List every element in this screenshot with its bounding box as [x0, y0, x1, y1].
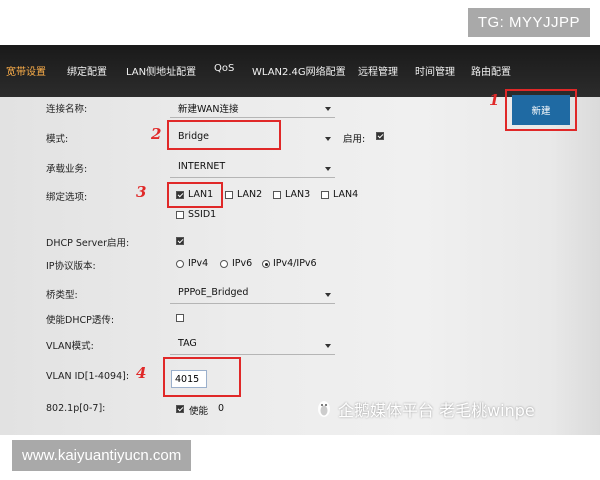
ipv6-radio[interactable]	[220, 260, 228, 268]
nav-item-lan[interactable]: LAN侧地址配置	[126, 63, 196, 78]
ip-version-label: IP协议版本:	[46, 261, 96, 272]
watermark-top: TG: MYYJJPP	[467, 8, 590, 37]
ssid1-checkbox[interactable]	[176, 211, 184, 219]
watermark-bottom: www.kaiyuantiyucn.com	[12, 440, 192, 471]
dhcp-server-label: DHCP Server启用:	[46, 238, 130, 249]
vlan-mode-underline	[170, 354, 335, 355]
mode-label: 模式:	[46, 134, 69, 145]
annotation-box-1	[505, 89, 577, 131]
lan3-label: LAN3	[285, 189, 311, 200]
photo-shading	[550, 97, 600, 435]
service-label: 承载业务:	[46, 164, 88, 175]
overlay-watermark: 企鹅媒体平台 老毛桃winpe	[338, 401, 535, 420]
ipv4-ipv6-label: IPv4/IPv6	[273, 258, 317, 269]
ipv4-ipv6-radio[interactable]	[262, 260, 270, 268]
chevron-down-icon[interactable]	[325, 167, 331, 171]
penguin-icon	[318, 401, 330, 417]
priority-value[interactable]: 0	[218, 403, 224, 414]
lan4-checkbox[interactable]	[321, 191, 329, 199]
nav-item-wlan[interactable]: WLAN2.4G网络配置	[252, 63, 346, 78]
bridge-type-select[interactable]: PPPoE_Bridged	[178, 287, 248, 298]
nav-item-time[interactable]: 时间管理	[415, 63, 455, 78]
chevron-down-icon[interactable]	[325, 107, 331, 111]
connection-name-underline	[170, 117, 335, 118]
bridge-type-label: 桥类型:	[46, 290, 78, 301]
nav-item-qos[interactable]: QoS	[214, 63, 234, 74]
service-underline	[170, 177, 335, 178]
lan2-label: LAN2	[237, 189, 263, 200]
annotation-box-4	[163, 357, 241, 397]
service-select[interactable]: INTERNET	[178, 161, 225, 172]
bridge-type-underline	[170, 303, 335, 304]
connection-name-select[interactable]: 新建WAN连接	[178, 101, 238, 115]
priority-checkbox[interactable]	[176, 405, 184, 413]
chevron-down-icon[interactable]	[325, 293, 331, 297]
ipv6-label: IPv6	[232, 258, 253, 269]
lan3-checkbox[interactable]	[273, 191, 281, 199]
dhcp-relay-label: 使能DHCP透传:	[46, 315, 115, 326]
dhcp-server-checkbox[interactable]	[176, 237, 184, 245]
binding-label: 绑定选项:	[46, 192, 88, 203]
annotation-box-3	[167, 182, 223, 208]
form-area: 连接名称: 新建WAN连接 模式: Bridge 启用: 承载业务: INTER…	[0, 97, 600, 435]
nav-item-remote[interactable]: 远程管理	[358, 63, 398, 78]
lan4-label: LAN4	[333, 189, 359, 200]
annotation-number-3: 3	[136, 183, 147, 201]
connection-name-label: 连接名称:	[46, 104, 88, 115]
ssid1-label: SSID1	[188, 209, 217, 220]
lan2-checkbox[interactable]	[225, 191, 233, 199]
vlan-id-label: VLAN ID[1-4094]:	[46, 371, 130, 382]
nav-item-broadband[interactable]: 宽带设置	[6, 63, 46, 78]
nav-item-binding[interactable]: 绑定配置	[67, 63, 107, 78]
dhcp-relay-checkbox[interactable]	[176, 314, 184, 322]
ipv4-label: IPv4	[188, 258, 209, 269]
annotation-number-1: 1	[489, 91, 500, 109]
vlan-mode-select[interactable]: TAG	[178, 338, 197, 349]
router-config-photo: 宽带设置 绑定配置 LAN侧地址配置 QoS WLAN2.4G网络配置 远程管理…	[0, 45, 600, 435]
annotation-number-4: 4	[136, 364, 147, 382]
vlan-mode-label: VLAN模式:	[46, 341, 94, 352]
ipv4-radio[interactable]	[176, 260, 184, 268]
priority-enable-label: 使能	[189, 406, 209, 417]
chevron-down-icon[interactable]	[325, 344, 331, 348]
chevron-down-icon[interactable]	[325, 137, 331, 141]
nav-item-route[interactable]: 路由配置	[471, 63, 511, 78]
enable-checkbox[interactable]	[376, 132, 384, 140]
priority-label: 802.1p[0-7]:	[46, 403, 106, 414]
enable-label: 启用:	[343, 134, 366, 145]
annotation-number-2: 2	[151, 125, 162, 143]
annotation-box-2	[167, 120, 281, 150]
